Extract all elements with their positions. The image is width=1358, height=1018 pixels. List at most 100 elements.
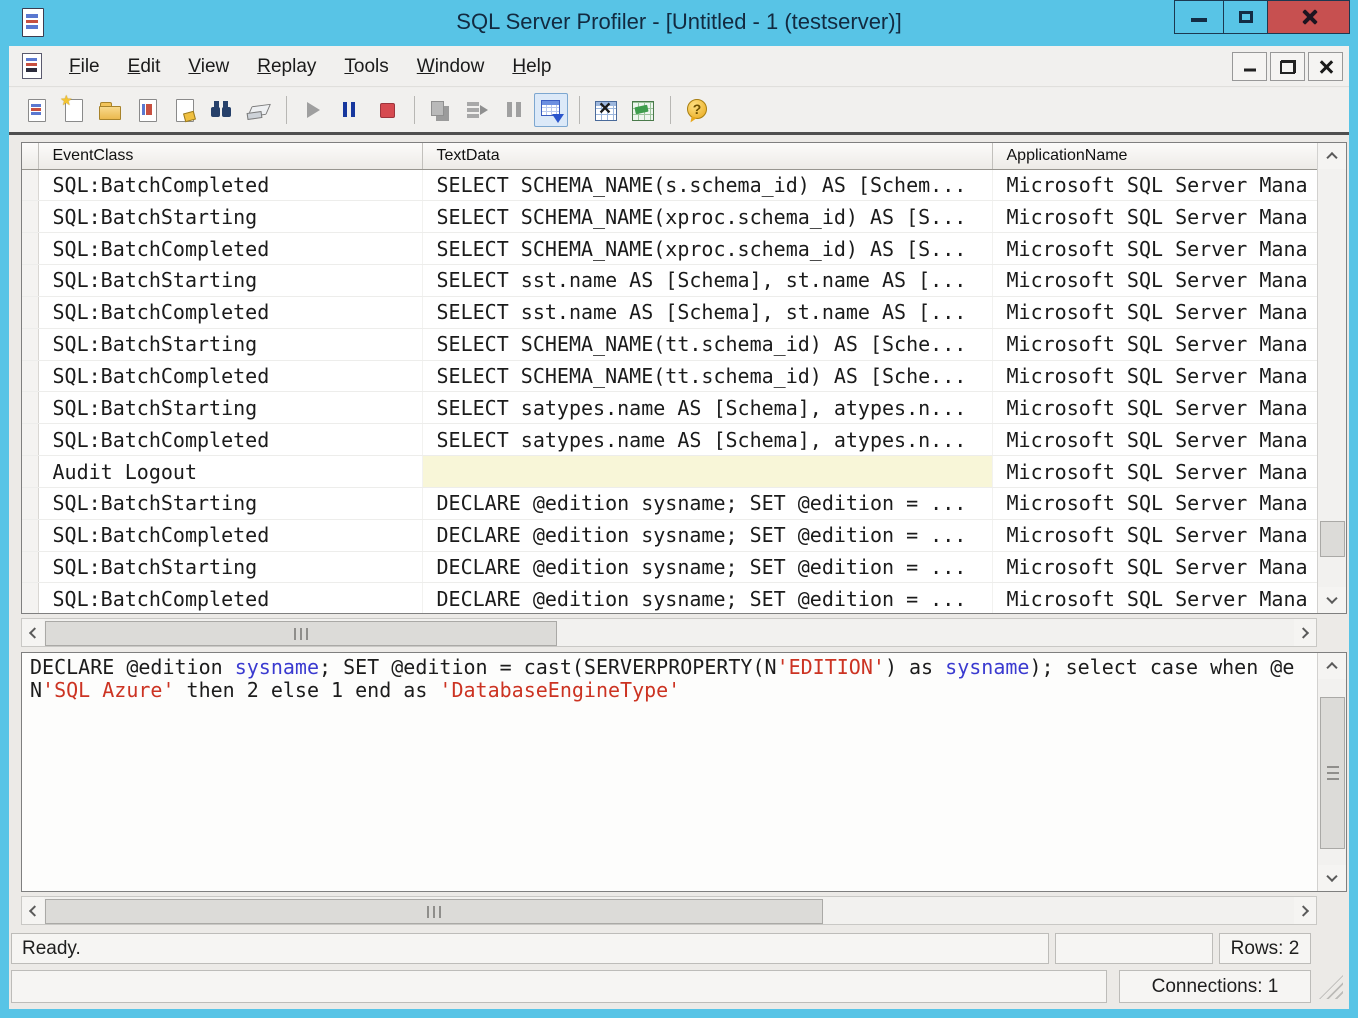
menu-edit[interactable]: Edit <box>114 56 175 78</box>
cell-app: Microsoft SQL Server Mana <box>992 487 1318 519</box>
menu-replay[interactable]: Replay <box>243 56 330 78</box>
detail-text[interactable]: DECLARE @edition sysname; SET @edition =… <box>22 653 1317 891</box>
cell-event: SQL:BatchStarting <box>38 551 422 583</box>
row-selector <box>22 265 38 297</box>
table-row[interactable]: Audit LogoutMicrosoft SQL Server Mana <box>22 456 1318 488</box>
row-selector <box>22 424 38 456</box>
run-to-cursor-button[interactable] <box>460 93 494 127</box>
cell-text: DECLARE @edition sysname; SET @edition =… <box>422 583 992 614</box>
cell-text: SELECT sst.name AS [Schema], st.name AS … <box>422 265 992 297</box>
table-row[interactable]: SQL:BatchCompletedSELECT SCHEMA_NAME(s.s… <box>22 169 1318 201</box>
menu-bar: FileEditViewReplayToolsWindowHelp <box>9 46 1349 87</box>
open-trace-button[interactable] <box>93 93 127 127</box>
auto-scroll-button[interactable] <box>534 93 568 127</box>
organize-columns-button[interactable] <box>588 93 622 127</box>
table-row[interactable]: SQL:BatchCompletedDECLARE @edition sysna… <box>22 519 1318 551</box>
table-row[interactable]: SQL:BatchCompletedSELECT SCHEMA_NAME(xpr… <box>22 233 1318 265</box>
mdi-close-icon <box>1318 59 1334 75</box>
grid-vscroll-thumb[interactable] <box>1320 521 1345 557</box>
cell-event: SQL:BatchStarting <box>38 201 422 233</box>
filter-trace-button[interactable] <box>625 93 659 127</box>
cell-event: Audit Logout <box>38 456 422 488</box>
table-row[interactable]: SQL:BatchStartingSELECT SCHEMA_NAME(xpro… <box>22 201 1318 233</box>
table-row[interactable]: SQL:BatchStartingSELECT sst.name AS [Sch… <box>22 265 1318 297</box>
chevron-right-icon <box>1298 905 1309 916</box>
pause-trace-icon <box>336 97 362 123</box>
trace-grid-panel: EventClass TextData ApplicationName SQL:… <box>21 142 1347 614</box>
table-row[interactable]: SQL:BatchCompletedSELECT satypes.name AS… <box>22 424 1318 456</box>
table-row[interactable]: SQL:BatchCompletedSELECT SCHEMA_NAME(tt.… <box>22 360 1318 392</box>
pause-trace-button[interactable] <box>332 93 366 127</box>
mdi-close-button[interactable] <box>1308 52 1343 81</box>
grid-body: SQL:BatchCompletedSELECT SCHEMA_NAME(s.s… <box>22 169 1318 614</box>
detail-scrollbar-corner <box>1317 896 1347 925</box>
trace-properties-button[interactable] <box>19 93 53 127</box>
table-row[interactable]: SQL:BatchStartingDECLARE @edition sysnam… <box>22 487 1318 519</box>
table-row[interactable]: SQL:BatchStartingSELECT SCHEMA_NAME(tt.s… <box>22 328 1318 360</box>
grid-horizontal-scrollbar[interactable] <box>21 618 1317 647</box>
stop-trace-icon <box>373 97 399 123</box>
detail-hscroll-thumb[interactable] <box>45 899 823 924</box>
sql-line: N'SQL Azure' then 2 else 1 end as 'Datab… <box>30 679 1317 702</box>
find-button[interactable] <box>204 93 238 127</box>
scrollbar-grip-icon <box>427 906 441 918</box>
help-button[interactable] <box>679 93 713 127</box>
column-header-applicationname[interactable]: ApplicationName <box>992 143 1318 169</box>
clear-trace-window-button[interactable] <box>241 93 275 127</box>
detail-vertical-scrollbar[interactable] <box>1317 653 1346 891</box>
close-icon <box>1299 7 1319 27</box>
detail-vscroll-thumb[interactable] <box>1320 697 1345 849</box>
column-header-eventclass[interactable]: EventClass <box>38 143 422 169</box>
save-trace-button[interactable] <box>130 93 164 127</box>
detail-scroll-right-button[interactable] <box>1294 897 1316 924</box>
table-row[interactable]: SQL:BatchStartingDECLARE @edition sysnam… <box>22 551 1318 583</box>
cell-event: SQL:BatchStarting <box>38 392 422 424</box>
toolbar <box>9 88 1349 135</box>
grid-scroll-left-button[interactable] <box>22 619 44 646</box>
grid-hscroll-thumb[interactable] <box>45 621 557 646</box>
detail-scroll-left-button[interactable] <box>22 897 44 924</box>
menu-tools[interactable]: Tools <box>330 56 402 78</box>
title-bar[interactable]: SQL Server Profiler - [Untitled - 1 (tes… <box>0 0 1358 46</box>
table-row[interactable]: SQL:BatchCompletedDECLARE @edition sysna… <box>22 583 1318 614</box>
detail-scroll-up-button[interactable] <box>1318 653 1346 679</box>
cell-event: SQL:BatchStarting <box>38 487 422 519</box>
mdi-minimize-button[interactable] <box>1232 52 1267 81</box>
properties-button[interactable] <box>167 93 201 127</box>
grid-header-row: EventClass TextData ApplicationName <box>22 143 1318 169</box>
new-trace-button[interactable] <box>56 93 90 127</box>
textdata-detail-panel: DECLARE @edition sysname; SET @edition =… <box>21 652 1347 892</box>
grid-scroll-up-button[interactable] <box>1318 143 1346 169</box>
menu-view[interactable]: View <box>174 56 243 78</box>
close-button[interactable] <box>1267 0 1350 34</box>
mdi-restore-icon <box>1280 60 1296 74</box>
toolbar-separator <box>670 96 671 124</box>
maximize-button[interactable] <box>1223 0 1268 34</box>
cell-text: SELECT SCHEMA_NAME(s.schema_id) AS [Sche… <box>422 169 992 201</box>
stop-trace-button[interactable] <box>369 93 403 127</box>
menu-help[interactable]: Help <box>498 56 565 78</box>
cell-text <box>422 456 992 488</box>
table-row[interactable]: SQL:BatchStartingSELECT satypes.name AS … <box>22 392 1318 424</box>
cell-app: Microsoft SQL Server Mana <box>992 233 1318 265</box>
mdi-window-controls <box>1229 52 1343 81</box>
resize-grip-icon[interactable] <box>1319 975 1343 999</box>
mdi-restore-button[interactable] <box>1270 52 1305 81</box>
grid-scroll-right-button[interactable] <box>1294 619 1316 646</box>
menu-file[interactable]: File <box>55 56 114 78</box>
profiler-document-icon[interactable] <box>19 52 47 80</box>
detail-horizontal-scrollbar[interactable] <box>21 896 1317 925</box>
execute-one-step-button[interactable] <box>423 93 457 127</box>
maximize-icon <box>1239 11 1253 23</box>
grid-vertical-scrollbar[interactable] <box>1317 143 1346 613</box>
toggle-breakpoint-button[interactable] <box>497 93 531 127</box>
cell-app: Microsoft SQL Server Mana <box>992 583 1318 614</box>
menu-window[interactable]: Window <box>403 56 499 78</box>
table-row[interactable]: SQL:BatchCompletedSELECT sst.name AS [Sc… <box>22 296 1318 328</box>
detail-scroll-down-button[interactable] <box>1318 865 1346 891</box>
minimize-button[interactable] <box>1174 0 1224 34</box>
scrollbar-grip-icon <box>294 628 308 640</box>
column-header-textdata[interactable]: TextData <box>422 143 992 169</box>
grid-scroll-down-button[interactable] <box>1318 587 1346 613</box>
start-replay-button[interactable] <box>295 93 329 127</box>
